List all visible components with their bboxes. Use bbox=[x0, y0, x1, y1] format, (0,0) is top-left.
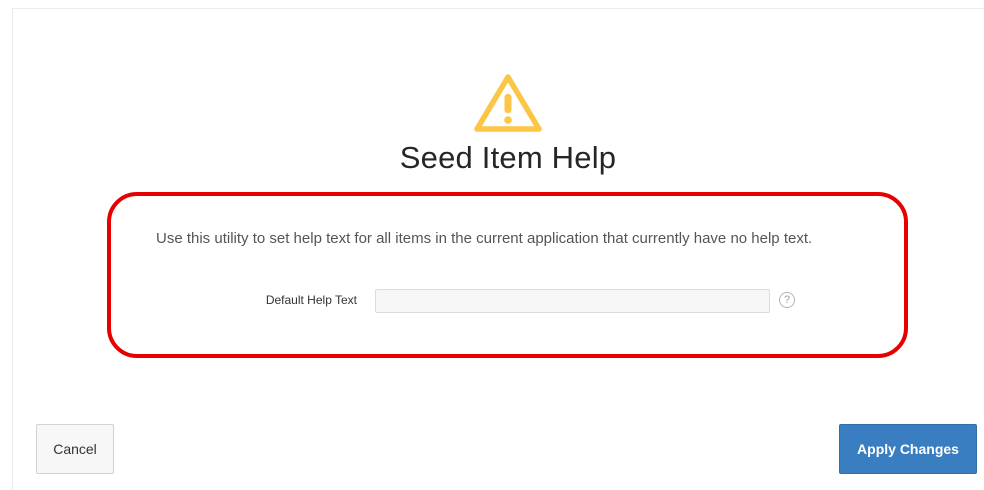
warning-icon bbox=[474, 74, 542, 132]
cancel-button[interactable]: Cancel bbox=[36, 424, 114, 474]
page-title: Seed Item Help bbox=[399, 140, 617, 175]
apply-changes-button[interactable]: Apply Changes bbox=[839, 424, 977, 474]
highlight-annotation bbox=[107, 192, 908, 358]
description-text: Use this utility to set help text for al… bbox=[156, 230, 813, 247]
default-help-text-label: Default Help Text bbox=[265, 293, 357, 307]
page: Seed Item Help Use this utility to set h… bbox=[0, 0, 984, 490]
default-help-text-input[interactable] bbox=[375, 289, 770, 313]
question-circle-icon[interactable]: ? bbox=[779, 292, 795, 308]
